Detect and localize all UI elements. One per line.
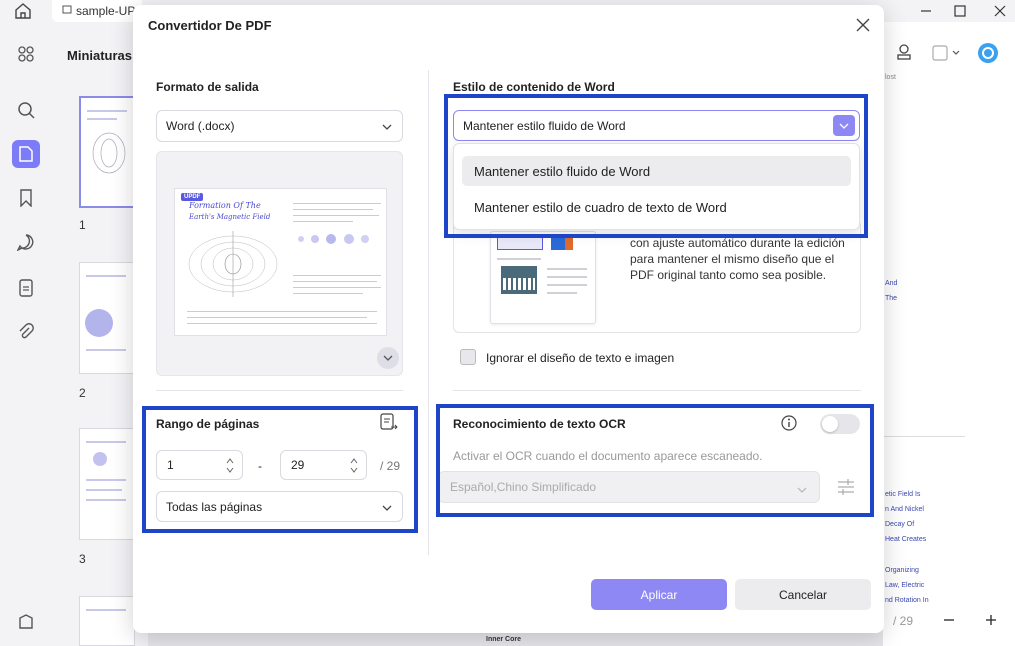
format-preview: UPDF Formation Of The Earth's Magnetic F… [156,151,403,376]
close-icon[interactable] [854,16,872,34]
minimize-icon[interactable] [913,0,939,22]
zoom-in-icon[interactable] [985,614,997,629]
output-format-select[interactable]: Word (.docx) [156,110,403,142]
word-style-label: Estilo de contenido de Word [453,80,615,94]
preview-title: Formation Of The [189,201,261,210]
pdf-converter-dialog: Convertidor De PDF Formato de salida Wor… [133,5,884,633]
document-tab-label: sample-UP [76,4,136,18]
word-layout-illustration [490,231,596,324]
expand-preview-button[interactable] [377,347,399,369]
ai-assistant-icon[interactable] [975,40,1001,66]
home-icon[interactable] [12,1,34,21]
word-style-description: con ajuste automático durante la edición… [630,236,845,282]
attachment-icon[interactable] [12,318,40,346]
document-tab[interactable]: sample-UP [52,0,142,22]
left-toolbar [0,22,52,646]
page-text: nd Rotation In [885,597,929,604]
right-toolbar [883,36,1015,72]
thumbnail-number: 1 [79,218,86,232]
file-icon[interactable] [12,274,40,302]
zoom-out-icon[interactable] [943,614,955,629]
comment-icon[interactable] [12,228,40,256]
maximize-icon[interactable] [947,0,973,22]
column-divider [428,70,429,555]
page-text: etic Field Is [885,491,921,498]
page-thumbnail[interactable] [79,96,135,208]
updf-logo: UPDF [181,193,204,201]
search-icon[interactable] [12,96,40,124]
dialog-header: Convertidor De PDF [133,5,884,49]
page-text: Inner Core [486,636,522,643]
chevron-down-icon[interactable] [949,40,963,66]
page-thumbnail[interactable] [79,428,135,540]
ignore-layout-checkbox[interactable] [460,349,476,365]
output-format-label: Formato de salida [156,80,259,94]
preview-subtitle: Earth's Magnetic Field [189,213,271,221]
preview-page: UPDF Formation Of The Earth's Magnetic F… [174,188,387,336]
planet-sequence [298,234,369,244]
window-close-icon[interactable] [987,0,1013,22]
page-thumbnail[interactable] [79,596,135,646]
highlight-page-range [142,406,418,533]
bookmark-icon[interactable] [12,184,40,212]
page-text: Heat Creates [885,536,927,543]
thumbnail-number: 2 [79,386,86,400]
ignore-layout-label: Ignorar el diseño de texto e imagen [486,351,675,365]
stamp-icon[interactable] [891,40,917,66]
output-format-value: Word (.docx) [166,119,235,133]
thumbnails-icon[interactable] [12,40,40,68]
divider [453,390,861,391]
page-navigation: / 29 [883,606,1015,638]
divider [156,390,403,391]
magnetic-field-diagram [188,231,278,297]
layers-icon[interactable] [12,608,40,636]
page-text: Decay Of [885,521,915,528]
cancel-button[interactable]: Cancelar [735,579,871,610]
document-page-edge: lost And The etic Field Is n And Nickel … [883,22,1015,646]
page-text: Law, Electric [885,582,925,589]
apply-button[interactable]: Aplicar [591,579,727,610]
thumbnail-number: 3 [79,552,86,566]
page-thumbnail[interactable] [79,262,135,374]
page-text: Organizing [885,567,919,574]
dialog-title: Convertidor De PDF [148,18,272,33]
page-text: n And Nickel [885,506,924,513]
page-text: And [885,280,898,287]
page-text: The [885,295,898,302]
page-total: / 29 [893,614,914,628]
thumbnails-title: Miniaturas [67,48,133,63]
chevron-down-icon [382,121,392,131]
highlight-word-style [444,94,868,238]
highlight-ocr [436,404,874,517]
document-icon [62,4,72,18]
pages-icon[interactable] [12,140,40,168]
page-text: lost [885,74,896,81]
